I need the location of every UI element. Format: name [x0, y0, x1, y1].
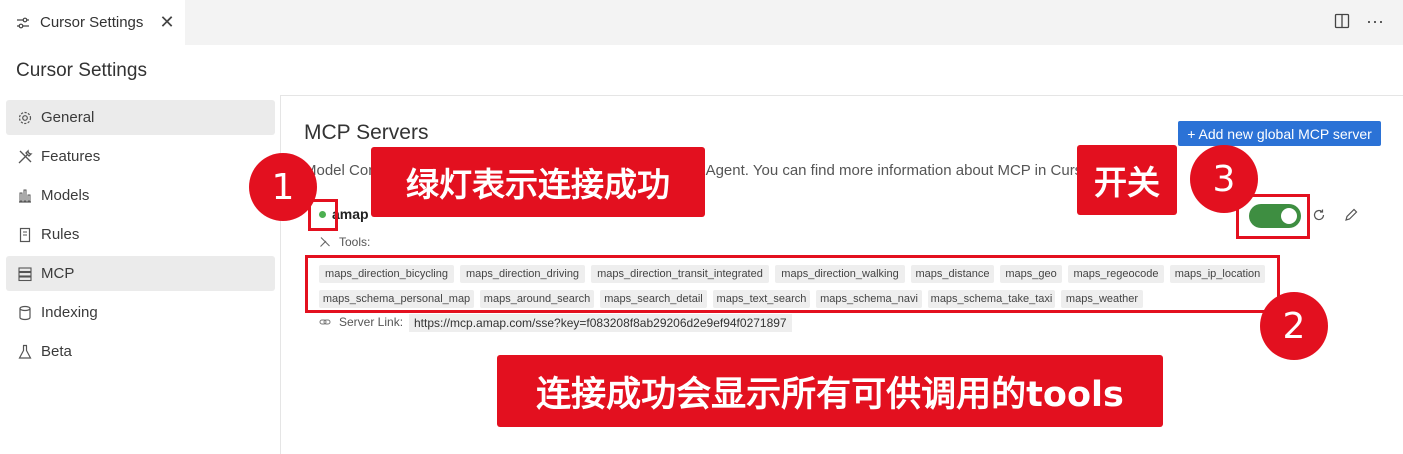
chart-icon — [17, 188, 33, 204]
refresh-icon[interactable] — [1311, 207, 1327, 223]
sidebar-item-label: Features — [41, 148, 101, 165]
annotation-green-light-label: 绿灯表示连接成功 — [371, 147, 705, 217]
server-icon — [17, 266, 33, 282]
sidebar-item-beta[interactable]: Beta — [6, 334, 275, 369]
gear-icon — [17, 110, 33, 126]
server-link-label: Server Link: — [319, 315, 403, 329]
sidebar-item-features[interactable]: Features — [6, 139, 275, 174]
link-icon — [319, 316, 331, 328]
more-actions-icon[interactable]: ··· — [1366, 12, 1384, 30]
sidebar-item-general[interactable]: General — [6, 100, 275, 135]
sidebar-item-label: Models — [41, 187, 90, 204]
annotation-badge-3: 3 — [1190, 145, 1258, 213]
sidebar-item-models[interactable]: Models — [6, 178, 275, 213]
sidebar-item-label: General — [41, 109, 95, 126]
sidebar-item-indexing[interactable]: Indexing — [6, 295, 275, 330]
sidebar-item-rules[interactable]: Rules — [6, 217, 275, 252]
annotation-switch-label: 开关 — [1077, 145, 1177, 215]
server-link-value: https://mcp.amap.com/sse?key=f083208f8ab… — [409, 314, 792, 332]
sidebar-item-label: MCP — [41, 265, 75, 282]
tools-label: Tools: — [319, 235, 370, 249]
edit-icon[interactable] — [1343, 207, 1359, 223]
section-heading: MCP Servers — [304, 121, 429, 144]
flask-icon — [17, 344, 33, 360]
divider — [281, 95, 1403, 96]
close-icon[interactable]: ✕ — [158, 13, 176, 31]
sidebar-item-label: Rules — [41, 226, 80, 243]
server-link-label-text: Server Link: — [339, 315, 404, 329]
split-editor-icon[interactable] — [1334, 13, 1352, 31]
book-icon — [17, 227, 33, 243]
sidebar-item-mcp[interactable]: MCP — [6, 256, 275, 291]
annotation-tools-label: 连接成功会显示所有可供调用的tools — [497, 355, 1163, 427]
sidebar-item-label: Beta — [41, 343, 72, 360]
tab-title: Cursor Settings — [40, 14, 144, 31]
add-mcp-server-button[interactable]: + Add new global MCP server — [1178, 121, 1381, 146]
tools-highlight-box — [305, 255, 1280, 313]
sidebar: General Features Models Rules MCP Indexi… — [0, 95, 281, 454]
annotation-badge-1: 1 — [249, 153, 317, 221]
tools-icon — [17, 148, 33, 165]
tab-bar: Cursor Settings ✕ ··· — [0, 0, 1403, 45]
annotation-badge-2: 2 — [1260, 292, 1328, 360]
settings-sliders-icon — [16, 15, 32, 31]
tools-label-text: Tools: — [339, 235, 371, 249]
sidebar-item-label: Indexing — [41, 304, 98, 321]
database-icon — [17, 305, 33, 321]
wrench-icon — [319, 236, 331, 248]
page-title: Cursor Settings — [16, 60, 147, 81]
